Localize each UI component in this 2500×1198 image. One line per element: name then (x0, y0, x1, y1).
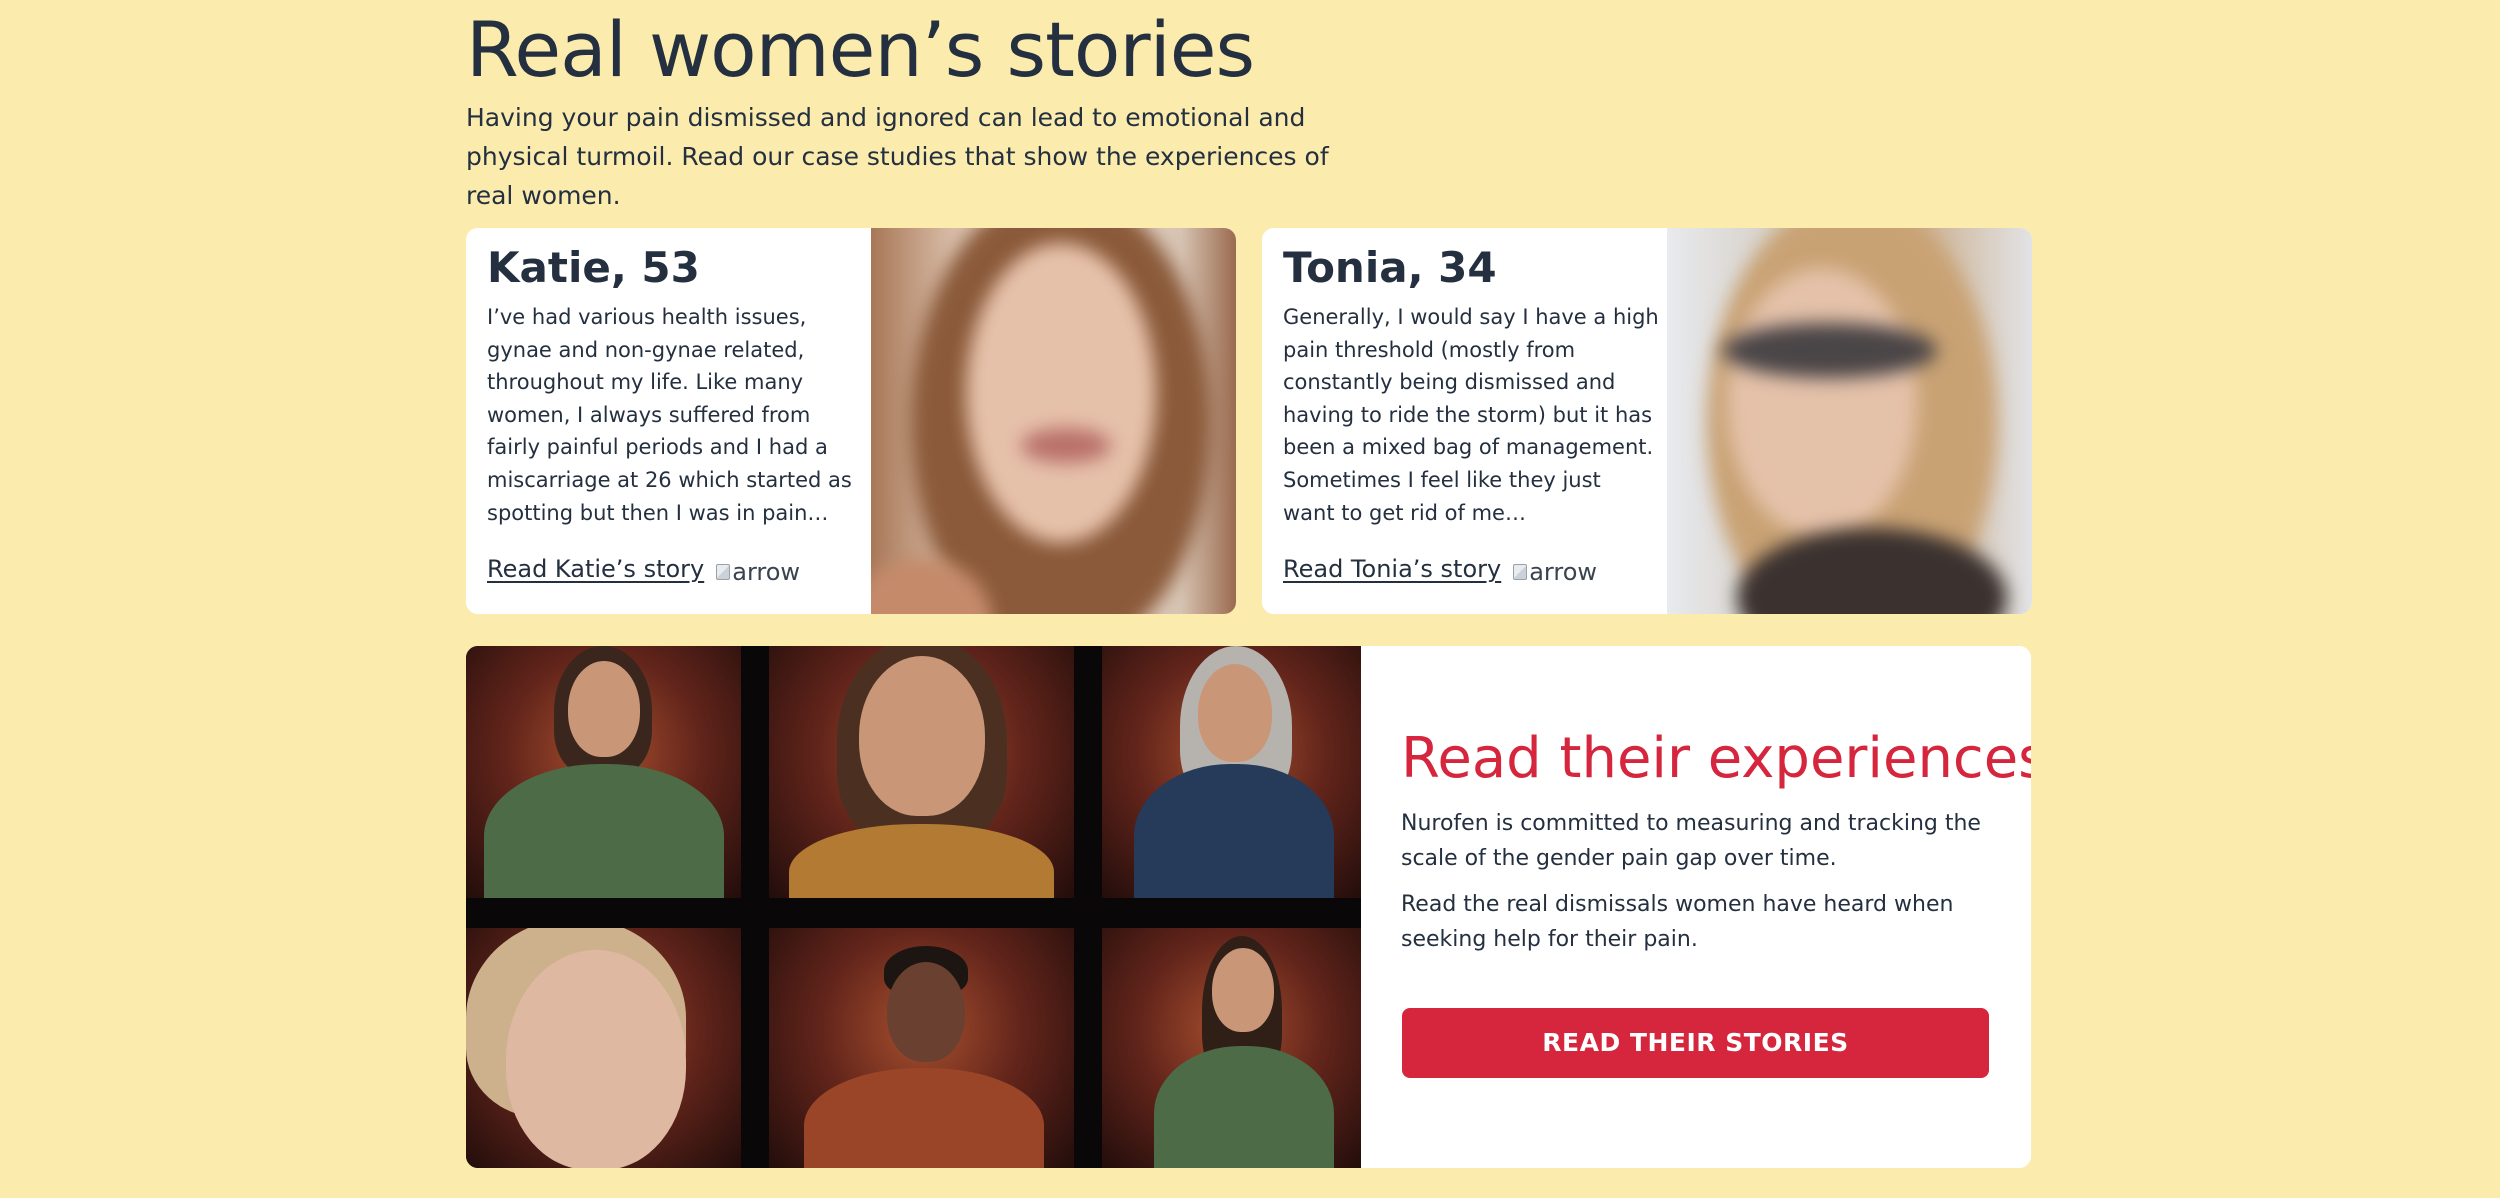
katie-portrait-photo (871, 228, 1236, 614)
women-portrait-collage (466, 646, 1361, 1168)
read-tonia-story-link[interactable]: Read Tonia’s story (1283, 555, 1501, 583)
broken-image-icon (716, 564, 731, 580)
head (568, 661, 640, 757)
head (1198, 664, 1272, 762)
experiences-paragraph: Read the real dismissals women have hear… (1401, 892, 1954, 952)
tonia-face (1727, 268, 1917, 538)
tonia-portrait-photo (1667, 228, 2032, 614)
story-card-katie: Katie, 53 I’ve had various health issues… (466, 228, 1236, 614)
page-intro: Having your pain dismissed and ignored c… (466, 103, 1329, 210)
body (1154, 1046, 1334, 1168)
collage-tile (769, 646, 1074, 898)
story-excerpt: I’ve had various health issues, gynae an… (487, 305, 852, 525)
story-card-text: Tonia, 34 Generally, I would say I have … (1262, 228, 1667, 614)
experiences-content: Read their experiences Nurofen is commit… (1361, 646, 2031, 1168)
experiences-panel: Read their experiences Nurofen is commit… (466, 646, 2031, 1168)
experiences-paragraph: Nurofen is committed to measuring and tr… (1401, 811, 1981, 871)
read-their-stories-button[interactable]: READ THEIR STORIES (1402, 1008, 1989, 1078)
experiences-title: Read their experiences (1401, 726, 2031, 791)
body (1134, 764, 1334, 898)
head (1212, 948, 1274, 1032)
story-name: Tonia, 34 (1283, 243, 1497, 292)
body (804, 1068, 1044, 1168)
story-link-row: Read Katie’s story arrow (487, 551, 800, 587)
tonia-glasses (1722, 323, 1937, 378)
broken-image-icon (1513, 564, 1528, 580)
story-excerpt: Generally, I would say I have a high pai… (1283, 305, 1659, 525)
arrow-alt-text: arrow (732, 558, 801, 586)
story-card-tonia: Tonia, 34 Generally, I would say I have … (1262, 228, 2032, 614)
arrow-icon[interactable]: arrow (1513, 558, 1597, 586)
collage-tile (466, 646, 741, 898)
head (506, 950, 686, 1168)
page: Real women’s stories Having your pain di… (0, 0, 2500, 1198)
katie-face (966, 243, 1156, 543)
collage-tile (1102, 646, 1361, 898)
arrow-icon[interactable]: arrow (716, 558, 800, 586)
head (887, 962, 965, 1062)
collage-tile (466, 928, 741, 1168)
katie-smile (1021, 428, 1111, 463)
page-title: Real women’s stories (466, 5, 1255, 94)
story-name: Katie, 53 (487, 243, 700, 292)
story-link-row: Read Tonia’s story arrow (1283, 551, 1597, 587)
collage-tile (1102, 928, 1361, 1168)
read-katie-story-link[interactable]: Read Katie’s story (487, 555, 704, 583)
body (484, 764, 724, 898)
story-card-text: Katie, 53 I’ve had various health issues… (466, 228, 871, 614)
head (859, 656, 985, 816)
collage-tile (769, 928, 1074, 1168)
arrow-alt-text: arrow (1529, 558, 1598, 586)
body (789, 824, 1054, 898)
